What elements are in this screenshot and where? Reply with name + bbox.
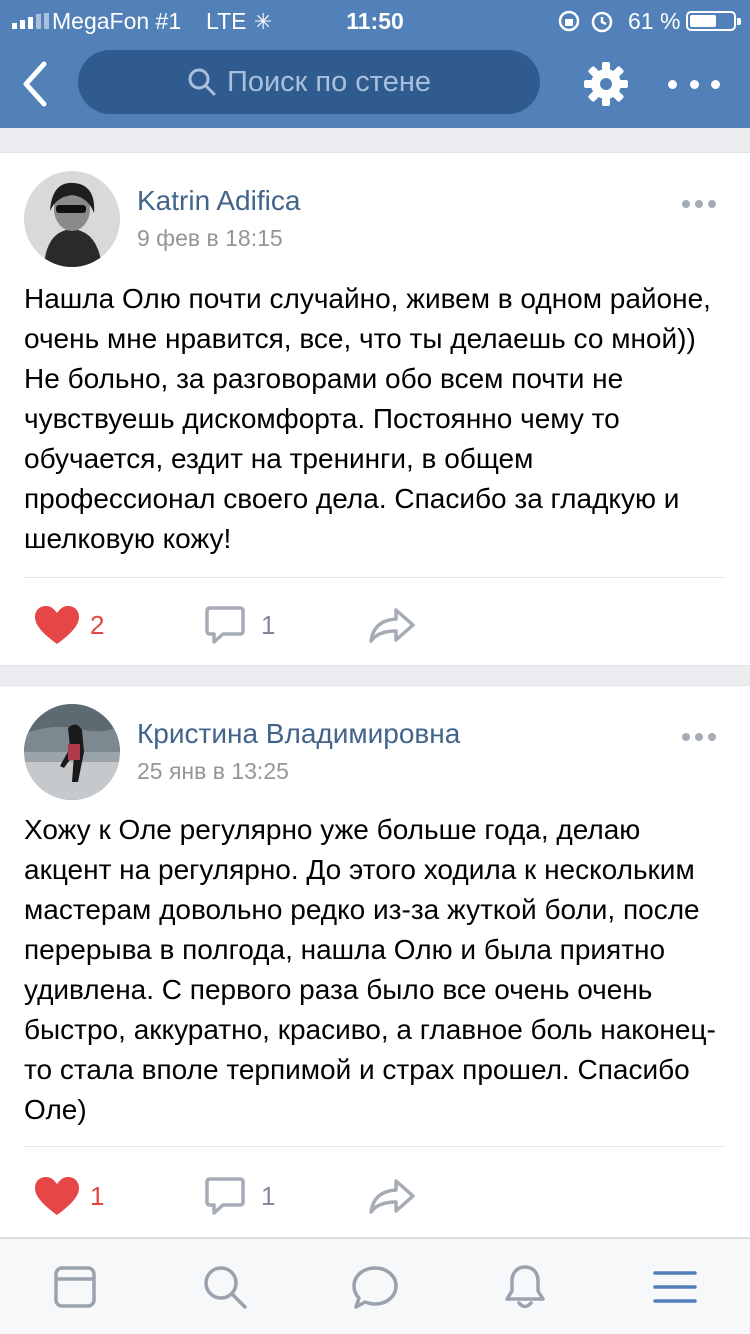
share-icon[interactable] <box>368 607 416 643</box>
status-bar: MegaFon #1 LTE ✳ 11:50 61 % <box>0 0 750 42</box>
battery-percent: 61 % <box>628 8 681 34</box>
post-author[interactable]: Кристина Владимировна <box>137 718 460 750</box>
tab-bar <box>0 1238 750 1334</box>
like-count: 1 <box>90 1180 105 1211</box>
back-chevron-icon[interactable] <box>14 58 58 110</box>
search-placeholder: Поиск по стене <box>226 65 432 98</box>
post-author[interactable]: Katrin Adifica <box>137 185 300 217</box>
comment-count: 1 <box>261 1180 276 1211</box>
header-bar: MegaFon #1 LTE ✳ 11:50 61 % Поиск по сте… <box>0 0 750 128</box>
news-icon[interactable] <box>51 1263 99 1311</box>
post-date[interactable]: 9 фев в 18:15 <box>137 225 283 252</box>
share-icon[interactable] <box>368 1178 416 1214</box>
comment-button[interactable]: 1 <box>205 1176 275 1216</box>
comment-icon <box>205 1177 245 1215</box>
avatar[interactable] <box>24 171 120 267</box>
comment-button[interactable]: 1 <box>205 605 275 645</box>
divider <box>24 1146 726 1147</box>
comment-icon <box>205 606 245 644</box>
gear-icon[interactable] <box>582 60 630 108</box>
rotation-lock-alarm-icons <box>558 10 613 33</box>
post-menu-icon[interactable] <box>682 199 716 209</box>
like-button[interactable]: 1 <box>34 1176 104 1216</box>
heart-icon <box>35 1177 79 1215</box>
battery-fill <box>690 15 716 27</box>
wall-search-field[interactable]: Поиск по стене <box>78 50 540 114</box>
search-icon[interactable] <box>201 1263 249 1311</box>
search-icon <box>188 68 216 96</box>
divider <box>24 577 726 578</box>
post-text: Хожу к Оле регулярно уже больше года, де… <box>24 814 716 1125</box>
messages-icon[interactable] <box>351 1263 399 1311</box>
post-date[interactable]: 25 янв в 13:25 <box>137 758 289 785</box>
like-button[interactable]: 2 <box>34 605 104 645</box>
wall-post: Кристина Владимировна 25 янв в 13:25 Хож… <box>0 685 750 1238</box>
post-text: Нашла Олю почти случайно, живем в одном … <box>24 283 711 554</box>
comment-count: 1 <box>261 609 276 640</box>
post-menu-icon[interactable] <box>682 732 716 742</box>
battery-icon <box>686 11 741 31</box>
heart-icon <box>35 606 79 644</box>
notifications-icon[interactable] <box>501 1263 549 1311</box>
wall-post: Katrin Adifica 9 фев в 18:15 Нашла Олю п… <box>0 152 750 666</box>
like-count: 2 <box>90 609 105 640</box>
avatar[interactable] <box>24 704 120 800</box>
more-icon[interactable] <box>668 66 720 102</box>
menu-icon[interactable] <box>651 1263 699 1311</box>
